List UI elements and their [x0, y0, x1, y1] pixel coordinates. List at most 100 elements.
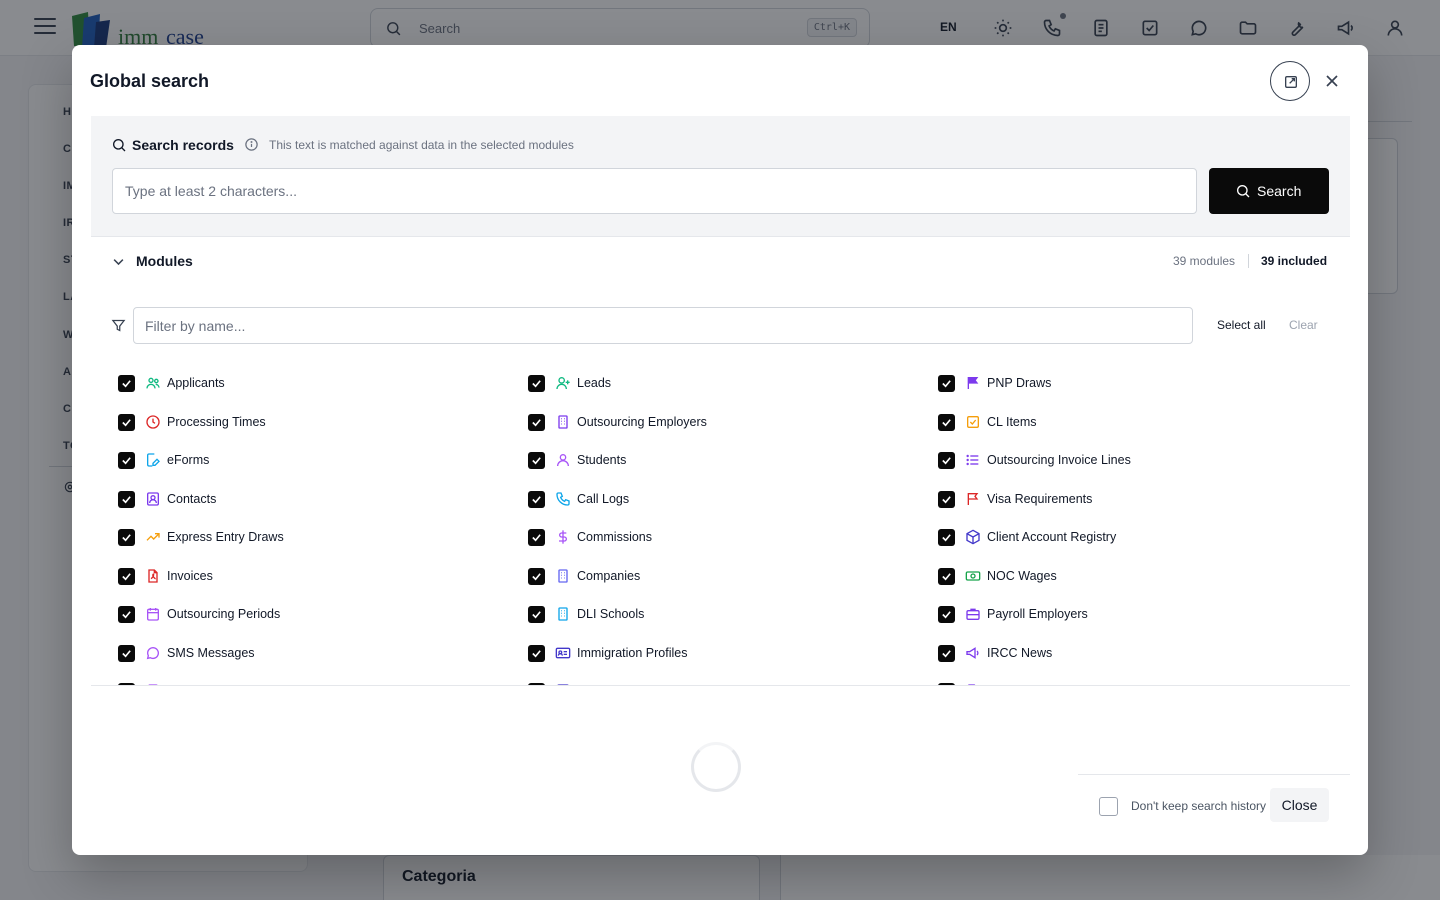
- modules-header[interactable]: Modules 39 modules 39 included: [91, 237, 1350, 287]
- module-option[interactable]: IRCC News: [911, 640, 1291, 666]
- module-checkbox[interactable]: [938, 452, 955, 469]
- module-option[interactable]: CL Items: [911, 409, 1291, 435]
- search-records-input[interactable]: [112, 168, 1197, 214]
- module-label: Call Logs: [577, 491, 630, 506]
- module-option[interactable]: Students: [501, 447, 881, 473]
- calendar-icon: [147, 608, 159, 621]
- module-label: T4 Slips: [987, 684, 1032, 685]
- module-option[interactable]: Commissions: [501, 524, 881, 550]
- check-icon: [122, 380, 131, 388]
- module-option[interactable]: Processing Times: [91, 409, 471, 435]
- info-icon[interactable]: [244, 137, 259, 152]
- module-option[interactable]: Schools: [91, 678, 471, 685]
- external-link-icon: [1285, 76, 1297, 88]
- check-icon: [122, 572, 131, 580]
- user-icon: [557, 454, 569, 467]
- modules-count: 39 modules: [1173, 254, 1236, 268]
- module-checkbox[interactable]: [528, 529, 545, 546]
- trending-up-icon: [146, 533, 160, 541]
- module-checkbox[interactable]: [118, 644, 135, 662]
- module-checkbox[interactable]: [118, 452, 135, 469]
- search-records-title: Search records: [132, 137, 234, 153]
- module-option[interactable]: Outsourcing Periods: [91, 601, 471, 627]
- module-option[interactable]: Contacts: [91, 486, 471, 512]
- module-checkbox[interactable]: [118, 490, 135, 508]
- module-option[interactable]: DLI Schools: [501, 601, 881, 627]
- module-option[interactable]: eForms: [91, 447, 471, 473]
- close-button[interactable]: Close: [1270, 788, 1329, 822]
- module-option[interactable]: PNP Draws: [911, 370, 1291, 396]
- building-icon: [558, 568, 568, 583]
- clear-button[interactable]: Clear: [1289, 318, 1318, 332]
- module-checkbox[interactable]: [938, 644, 955, 662]
- module-option[interactable]: NOC Wages: [911, 563, 1291, 589]
- keep-history-checkbox[interactable]: [1099, 797, 1118, 816]
- module-checkbox[interactable]: [118, 413, 135, 431]
- search-records-panel: Search records This text is matched agai…: [91, 116, 1350, 237]
- module-checkbox[interactable]: [528, 606, 545, 623]
- module-checkbox[interactable]: [938, 490, 955, 508]
- module-option[interactable]: Payroll Employers: [911, 601, 1291, 627]
- keep-history-label: Don't keep search history: [1131, 799, 1267, 813]
- module-list[interactable]: Applicants Leads PNP Draws Processing Times…: [91, 355, 1350, 686]
- briefcase-icon: [966, 608, 980, 620]
- module-checkbox[interactable]: [528, 413, 545, 431]
- module-filter-input[interactable]: [133, 307, 1193, 344]
- check-icon: [532, 611, 541, 619]
- select-all-button[interactable]: Select all: [1217, 318, 1266, 332]
- module-option[interactable]: Client Account Registry: [911, 524, 1291, 550]
- loading-spinner: [691, 742, 741, 792]
- module-option[interactable]: Leads: [501, 370, 881, 396]
- module-option[interactable]: SMS Messages: [91, 640, 471, 666]
- module-checkbox[interactable]: [528, 375, 545, 392]
- list-icon: [966, 454, 979, 466]
- search-button[interactable]: Search: [1209, 168, 1329, 214]
- module-checkbox[interactable]: [528, 644, 545, 662]
- check-icon: [942, 457, 951, 465]
- module-option[interactable]: Outsourcing Employers: [501, 409, 881, 435]
- module-checkbox[interactable]: [938, 413, 955, 431]
- module-checkbox[interactable]: [938, 567, 955, 585]
- building-icon: [558, 607, 568, 621]
- module-option[interactable]: Outsourcing Invoice Lines: [911, 447, 1291, 473]
- megaphone-icon: [966, 646, 979, 659]
- module-label: Visa Requirements: [987, 491, 1093, 506]
- search-button-label: Search: [1257, 183, 1302, 199]
- dollar-icon: [559, 530, 567, 544]
- module-checkbox[interactable]: [118, 375, 135, 392]
- module-option[interactable]: Companies: [501, 563, 881, 589]
- check-icon: [942, 611, 951, 619]
- check-icon: [122, 649, 131, 657]
- module-checkbox[interactable]: [528, 490, 545, 508]
- module-option[interactable]: Applicants: [91, 370, 471, 396]
- module-checkbox[interactable]: [528, 452, 545, 469]
- module-checkbox[interactable]: [938, 375, 955, 392]
- check-icon: [532, 457, 541, 465]
- module-checkbox[interactable]: [528, 683, 545, 685]
- module-checkbox[interactable]: [118, 606, 135, 623]
- box-icon: [966, 529, 980, 545]
- module-option[interactable]: Express Entry Draws: [91, 524, 471, 550]
- module-option[interactable]: Immigration Profiles: [501, 640, 881, 666]
- close-icon[interactable]: [1322, 71, 1342, 91]
- check-icon: [122, 611, 131, 619]
- module-checkbox[interactable]: [118, 529, 135, 546]
- chevron-down-icon[interactable]: [111, 254, 126, 269]
- module-checkbox[interactable]: [118, 567, 135, 585]
- module-checkbox[interactable]: [118, 683, 135, 685]
- module-checkbox[interactable]: [938, 529, 955, 546]
- module-option[interactable]: T4 Slips: [911, 678, 1291, 685]
- module-checkbox[interactable]: [938, 606, 955, 623]
- module-option[interactable]: Call Logs: [501, 486, 881, 512]
- module-checkbox[interactable]: [938, 683, 955, 685]
- module-option[interactable]: Invoices: [91, 563, 471, 589]
- pdf-file-icon: [148, 568, 158, 583]
- module-label: Students: [577, 453, 627, 467]
- module-option[interactable]: NOC Codes: [501, 678, 881, 685]
- check-icon: [122, 457, 131, 465]
- module-option[interactable]: Visa Requirements: [911, 486, 1291, 512]
- flag-outline-icon: [967, 492, 979, 505]
- module-checkbox[interactable]: [528, 567, 545, 585]
- expand-button[interactable]: [1270, 61, 1310, 101]
- module-label: SMS Messages: [167, 645, 255, 660]
